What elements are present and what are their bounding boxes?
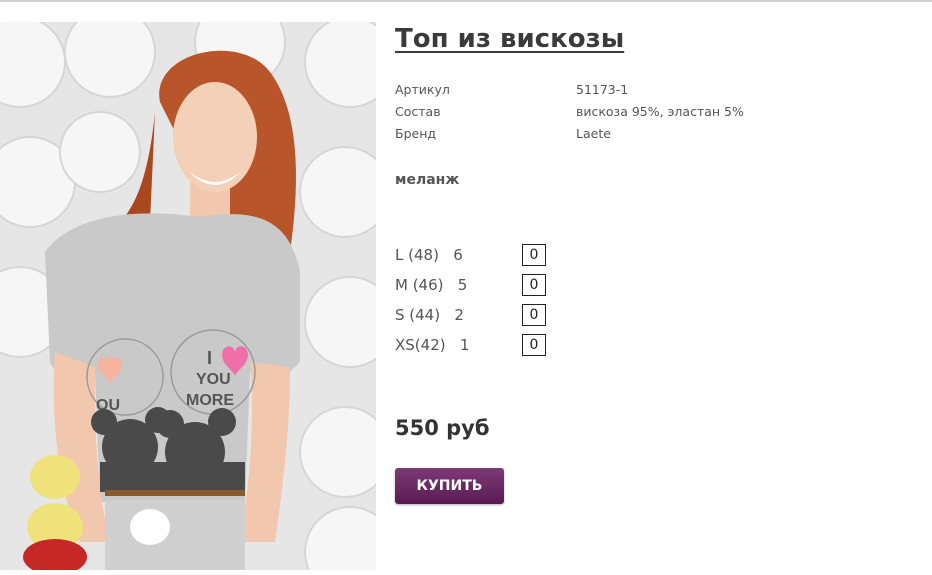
size-list: L (48) 6 0 M (46) 5 0 S (44) 2 0 XS(42) … [395, 244, 695, 364]
product-price: 550 руб [395, 416, 490, 440]
size-row-s: S (44) 2 0 [395, 304, 695, 334]
product-photo-illustration: I YOU MORE OU [0, 22, 376, 570]
spec-value: 51173-1 [576, 82, 629, 97]
spec-row-article: Артикул 51173-1 [395, 82, 915, 104]
quantity-input-s[interactable]: 0 [522, 304, 546, 326]
product-specs: Артикул 51173-1 Состав вискоза 95%, элас… [395, 82, 915, 148]
size-row-l: L (48) 6 0 [395, 244, 695, 274]
shirt-print-line2: YOU [196, 371, 231, 388]
shirt-print-line3: MORE [186, 392, 234, 409]
quantity-input-xs[interactable]: 0 [522, 334, 546, 356]
spec-row-brand: Бренд Laete [395, 126, 915, 148]
product-title: Топ из вискозы [395, 24, 625, 54]
spec-label: Состав [395, 104, 441, 119]
size-label: L (48) 6 [395, 246, 463, 264]
spec-value: вискоза 95%, эластан 5% [576, 104, 744, 119]
spec-value: Laete [576, 126, 611, 141]
spec-row-composition: Состав вискоза 95%, эластан 5% [395, 104, 915, 126]
quantity-input-l[interactable]: 0 [522, 244, 546, 266]
product-photo[interactable]: I YOU MORE OU [0, 22, 376, 570]
top-divider [0, 0, 932, 2]
spec-label: Артикул [395, 82, 450, 97]
size-row-m: M (46) 5 0 [395, 274, 695, 304]
size-row-xs: XS(42) 1 0 [395, 334, 695, 364]
size-label: S (44) 2 [395, 306, 464, 324]
size-label: M (46) 5 [395, 276, 468, 294]
product-color: меланж [395, 172, 460, 188]
spec-label: Бренд [395, 126, 437, 141]
shirt-print-line1: I [207, 348, 212, 368]
size-label: XS(42) 1 [395, 336, 470, 354]
buy-button[interactable]: КУПИТЬ [395, 468, 504, 504]
quantity-input-m[interactable]: 0 [522, 274, 546, 296]
